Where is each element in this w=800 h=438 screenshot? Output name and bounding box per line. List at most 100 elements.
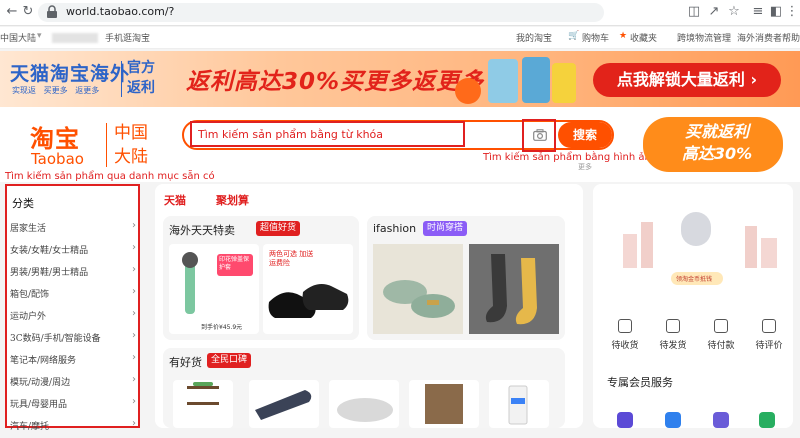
comment-icon	[762, 319, 776, 333]
action-to-review[interactable]: 待评价	[751, 319, 787, 351]
banner-official-line2: 返利	[127, 80, 155, 96]
avatar[interactable]	[681, 212, 711, 246]
region-selector[interactable]: 中国大陆	[0, 31, 36, 44]
category-item-anime[interactable]: 模玩/动漫/周边 ›	[7, 372, 138, 394]
category-item-home[interactable]: 居家生活 ›	[7, 218, 138, 240]
banner-promo-text: 返利高达30%买更多返更多	[186, 69, 485, 95]
category-item-auto[interactable]: 汽车/摩托 ›	[7, 416, 138, 438]
site-topbar: 中国大陆 ▾ 手机逛淘宝 我的淘宝 🛒 购物车 ★ 收藏夹 跨境物流管理 海外消…	[0, 27, 800, 49]
banner-divider	[121, 61, 122, 97]
my-taobao-link[interactable]: 我的淘宝	[516, 31, 552, 44]
good-goods-card[interactable]: 有好货 全民口碑	[163, 348, 565, 428]
cart-icon: 🛒	[568, 31, 580, 41]
banner-official: 官方 返利	[127, 58, 173, 98]
category-item-men[interactable]: 男装/男鞋/男士精品 ›	[7, 262, 138, 284]
banner-sub-2: 买更多	[43, 86, 68, 95]
category-label: 笔记本/网络服务	[10, 356, 77, 366]
category-item-sports[interactable]: 运动户外 ›	[7, 306, 138, 328]
cart-link[interactable]: 购物车	[582, 31, 609, 44]
side-panel-icon[interactable]: ◧	[768, 4, 784, 20]
mic-badge: 印花弹盖保护套	[219, 256, 250, 271]
product-thumb-pillow[interactable]	[329, 380, 399, 428]
action-label: 待付款	[707, 341, 735, 351]
cross-border-link[interactable]: 跨境物流管理	[677, 31, 731, 44]
reload-icon[interactable]: ↻	[20, 4, 36, 20]
category-item-digital[interactable]: 3C数码/手机/智能设备 ›	[7, 328, 138, 350]
sidebar-title: 分类	[12, 197, 34, 210]
chevron-right-icon: ›	[132, 286, 136, 297]
logo-region: 中国 大陆	[114, 121, 150, 169]
bookmark-star-icon[interactable]: ☆	[726, 4, 742, 20]
coin-badge[interactable]: 领淘金币抵钱	[671, 272, 723, 285]
product-thumb-microphone[interactable]: 印花弹盖保护套 到手价¥45.9元	[169, 244, 259, 334]
logo-region-line1: 中国	[114, 123, 148, 143]
ifashion-card[interactable]: ifashion 时尚穿搭	[367, 216, 565, 340]
category-item-toys[interactable]: 玩具/母婴用品 ›	[7, 394, 138, 416]
loafers-image	[373, 244, 463, 334]
search-button[interactable]: 搜索	[558, 122, 612, 148]
truck-icon	[618, 319, 632, 333]
logo-divider	[106, 123, 107, 167]
image-search-button[interactable]	[522, 119, 556, 152]
consumer-help-link[interactable]: 海外消费者帮助	[737, 31, 800, 44]
chevron-right-icon: ›	[132, 374, 136, 385]
back-arrow-icon[interactable]: ←	[4, 4, 20, 20]
tab-juhuasuan[interactable]: 聚划算	[216, 192, 249, 208]
cashback-line1: 买就返利	[684, 122, 749, 141]
category-item-laptops[interactable]: 笔记本/网络服务 ›	[7, 350, 138, 372]
image-search-annotation: Tìm kiếm sản phẩm bằng hình ảnh	[483, 152, 658, 163]
deals-card[interactable]: 海外天天特卖 超值好货 印花弹盖保护套 到手价¥45.9元 两色可选 加送运费险	[163, 216, 359, 340]
url-text: world.taobao.com/?	[66, 5, 175, 18]
tab-tmall[interactable]: 天猫	[164, 192, 186, 208]
banner-sub-3: 返更多	[75, 86, 100, 95]
cashback-line2: 高达30%	[681, 144, 753, 163]
favorites-link[interactable]: 收藏夹	[630, 31, 657, 44]
cashback-promo[interactable]: 买就返利 高达30%	[643, 117, 783, 172]
category-label: 模玩/动漫/周边	[10, 378, 71, 388]
share-icon[interactable]: ↗	[706, 4, 722, 20]
search-input[interactable]	[190, 121, 465, 147]
product-thumb-lotion[interactable]	[489, 380, 549, 428]
product-thumb-pad[interactable]	[249, 380, 319, 428]
banner-cta-button[interactable]: 点我解锁大量返利 ›	[593, 63, 781, 97]
banner-sub: 实现返 买更多 返更多	[12, 85, 99, 96]
category-label: 女装/女鞋/女士精品	[10, 246, 89, 256]
pillow-image	[337, 398, 393, 422]
mobile-taobao-link[interactable]: 手机逛淘宝	[105, 31, 150, 44]
card-badge: 全民口碑	[207, 353, 252, 368]
product-thumb-loafers[interactable]	[373, 244, 463, 334]
translate-icon[interactable]: ◫	[686, 4, 702, 20]
promo-banner[interactable]: 天猫淘宝海外 实现返 买更多 返更多 官方 返利 返利高达30%买更多返更多 点…	[0, 51, 800, 107]
member-service-icon[interactable]	[713, 412, 729, 428]
site-header: 淘宝 Taobao 中国 大陆 搜索 Tìm kiếm sản phẩm bằn…	[0, 107, 800, 182]
socks-image	[469, 244, 559, 334]
chevron-down-icon: ▾	[37, 31, 42, 41]
logo-en[interactable]: Taobao	[31, 150, 84, 168]
chevron-right-icon: ›	[132, 352, 136, 363]
lock-icon	[47, 5, 57, 18]
category-label: 汽车/摩托	[10, 422, 50, 432]
chevron-right-icon: ›	[132, 220, 136, 231]
action-to-receive[interactable]: 待收货	[607, 319, 643, 351]
logo-cn[interactable]: 淘宝	[30, 119, 80, 154]
reading-list-icon[interactable]: ≡	[750, 4, 766, 20]
product-thumb-shelf[interactable]	[173, 380, 233, 428]
cashback-text: 买就返利 高达30%	[667, 121, 767, 165]
action-to-ship[interactable]: 待发货	[655, 319, 691, 351]
category-item-women[interactable]: 女装/女鞋/女士精品 ›	[7, 240, 138, 262]
action-to-pay[interactable]: 待付款	[703, 319, 739, 351]
more-link[interactable]: 更多	[578, 162, 592, 172]
chevron-right-icon: ›	[132, 396, 136, 407]
member-service-icon[interactable]	[665, 412, 681, 428]
category-item-bags[interactable]: 箱包/配饰 ›	[7, 284, 138, 306]
card-title: ifashion	[373, 222, 417, 235]
menu-kebab-icon[interactable]: ⋮	[784, 4, 800, 20]
address-bar[interactable]: world.taobao.com/?	[38, 3, 604, 22]
product-thumb-socks[interactable]	[469, 244, 559, 334]
action-label: 待评价	[755, 341, 783, 351]
member-service-icon[interactable]	[759, 412, 775, 428]
product-thumb-mat[interactable]	[409, 380, 479, 428]
mic-price-tag: 到手价¥45.9元	[201, 324, 243, 331]
member-service-icon[interactable]	[617, 412, 633, 428]
product-thumb-shoes[interactable]: 两色可选 加送运费险	[263, 244, 353, 334]
